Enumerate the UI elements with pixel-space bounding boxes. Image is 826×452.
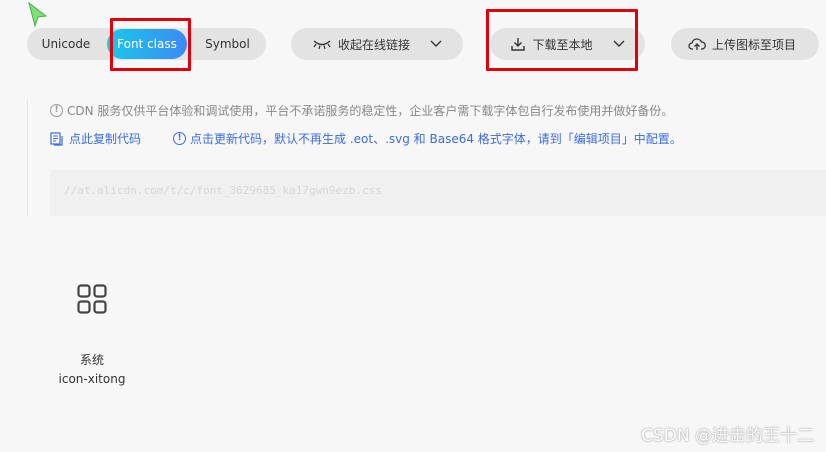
info-icon: ! [50,104,63,117]
cloud-upload-icon [688,38,706,50]
download-to-local-label: 下载至本地 [532,37,593,52]
upload-icons-to-project-label: 上传图标至项目 [711,37,796,52]
eye-closed-icon [313,40,331,50]
section-divider [27,99,28,216]
icon-name: 系统 [79,353,104,367]
download-to-local-button[interactable]: 下载至本地 [490,28,645,60]
cdn-notice-text: CDN 服务仅供平台体验和调试使用，平台不承诺服务的稳定性，企业客户需下载字体包… [67,104,674,118]
css-code-box[interactable]: //at.alicdn.com/t/c/font_3629685_ka17gwn… [50,170,826,216]
cdn-notice: ! CDN 服务仅供平台体验和调试使用，平台不承诺服务的稳定性，企业客户需下载字… [50,102,673,119]
code-actions: 点此复制代码 ! 点击更新代码，默认不再生成 .eot、.svg 和 Base6… [50,130,682,147]
download-icon [511,38,526,51]
icon-class-name: icon-xitong [58,372,126,386]
icon-card[interactable]: 系统 icon-xitong [52,276,132,386]
mouse-cursor-icon [28,2,48,28]
code-format-tabs: Unicode Font class Symbol [27,28,266,60]
watermark: CSDN @进击的王十二 [641,426,814,446]
tab-unicode[interactable]: Unicode [27,28,105,60]
copy-document-icon [50,131,63,146]
css-link-url: //at.alicdn.com/t/c/font_3629685_ka17gwn… [64,184,382,197]
update-code-link[interactable]: ! 点击更新代码，默认不再生成 .eot、.svg 和 Base64 格式字体，… [173,130,682,147]
tab-font-class[interactable]: Font class [107,29,187,59]
copy-code-link[interactable]: 点此复制代码 [50,130,141,147]
copy-code-label: 点此复制代码 [69,132,142,146]
collapse-online-link-label: 收起在线链接 [337,37,410,52]
update-code-label: 点击更新代码，默认不再生成 .eot、.svg 和 Base64 格式字体，请到… [190,132,682,146]
chevron-down-icon [613,40,624,47]
chevron-down-icon [430,40,442,47]
tab-symbol[interactable]: Symbol [189,28,266,60]
upload-icons-to-project-button[interactable]: 上传图标至项目 [671,28,819,60]
collapse-online-link-button[interactable]: 收起在线链接 [291,28,463,60]
info-icon: ! [173,132,187,145]
grid-icon [77,284,107,314]
iconfont-project-page: Unicode Font class Symbol 收起在线链接 下载至本地 上… [0,0,826,452]
